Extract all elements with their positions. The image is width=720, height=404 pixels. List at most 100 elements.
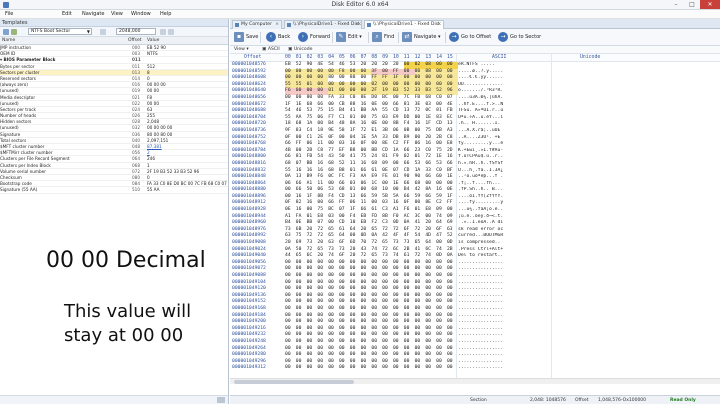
hex-byte[interactable]: 00 — [339, 266, 350, 273]
hex-byte[interactable]: 00 — [393, 299, 404, 306]
hex-byte[interactable]: F6 — [285, 88, 296, 95]
hex-byte[interactable]: 00 — [436, 319, 447, 326]
hex-byte[interactable]: 00 — [328, 266, 339, 273]
hex-row[interactable]: 000001049280 00 00 00 00 00 00 00 00 00 00 00 00 00 00… — [230, 352, 720, 359]
hex-byte[interactable]: 00 — [436, 365, 447, 372]
hex-byte[interactable]: 0E — [447, 187, 458, 194]
template-prev-icon[interactable] — [160, 29, 166, 35]
hex-byte[interactable]: 00 — [285, 273, 296, 280]
hex-ascii[interactable]: TFSu.´A»ªUÍ.r..û — [458, 108, 550, 115]
hex-byte[interactable]: FA — [328, 95, 339, 102]
hex-bytes[interactable]: 00 00 00 00 00 00 00 00 00 00 00 00 00 00 00 00 — [285, 299, 458, 306]
hex-byte[interactable]: 00 — [350, 299, 361, 306]
hex-byte[interactable]: 02 — [414, 62, 426, 69]
hex-byte[interactable]: 00 — [415, 339, 426, 346]
hex-byte[interactable]: 00 — [285, 75, 296, 82]
hex-byte[interactable]: 80 — [328, 75, 339, 82]
hex-byte[interactable]: 00 — [317, 299, 328, 306]
hex-byte[interactable]: 81 — [382, 154, 393, 161]
hex-row[interactable]: 000001049008 20 69 73 20 63 6F 6D 70 72 65 73 73 65 64… — [230, 240, 720, 247]
hex-byte[interactable]: 41 — [350, 154, 361, 161]
hex-byte[interactable]: 1E — [447, 174, 458, 181]
hex-byte[interactable]: 0D — [436, 253, 447, 260]
hex-byte[interactable]: 0D — [447, 240, 458, 247]
hex-byte[interactable]: 00 — [361, 75, 372, 82]
hex-bytes[interactable]: 00 00 00 00 00 00 00 00 00 00 00 00 00 00 00 00 — [285, 319, 458, 326]
hex-byte[interactable]: 00 — [307, 339, 318, 346]
hex-byte[interactable]: 66 — [285, 141, 296, 148]
hex-byte[interactable]: 00 — [285, 95, 296, 102]
hex-byte[interactable]: 00 — [328, 141, 339, 148]
hex-byte[interactable]: 01 — [415, 154, 426, 161]
hex-byte[interactable]: 72 — [371, 240, 382, 247]
hex-byte[interactable]: 00 — [295, 75, 307, 82]
hex-byte[interactable]: 64 — [436, 220, 447, 227]
hex-byte[interactable]: FB — [307, 154, 318, 161]
back-button[interactable]: ‹ Back — [266, 32, 290, 43]
template-apply-icon[interactable] — [11, 29, 17, 35]
hex-byte[interactable]: 18 — [317, 128, 328, 135]
hex-byte[interactable]: 00 — [339, 352, 350, 359]
hex-byte[interactable]: 00 — [339, 75, 350, 82]
hex-byte[interactable]: 90 — [415, 174, 426, 181]
hex-byte[interactable]: 68 — [296, 121, 307, 128]
ascii-toggle[interactable]: ▣ ASCII — [262, 47, 280, 52]
hex-byte[interactable]: 00 — [307, 332, 318, 339]
hex-byte[interactable]: 13 — [296, 174, 307, 181]
hex-ascii[interactable]: ..Á....Z3Û¹. +È — [458, 135, 550, 142]
hex-byte[interactable]: 66 — [296, 187, 307, 194]
hex-byte[interactable]: 00 — [317, 339, 328, 346]
hex-byte[interactable]: 50 — [307, 187, 318, 194]
hex-byte[interactable]: 00 — [447, 273, 458, 280]
hex-byte[interactable]: 00 — [350, 365, 361, 372]
hex-byte[interactable]: 6C — [307, 253, 318, 260]
hex-byte[interactable]: 58 — [339, 128, 350, 135]
hex-byte[interactable]: 00 — [393, 95, 404, 102]
hex-byte[interactable]: 44 — [285, 253, 296, 260]
hex-byte[interactable]: 53 — [436, 161, 447, 168]
hex-byte[interactable]: 00 — [296, 286, 307, 293]
hex-row[interactable]: 000001049136 00 00 00 00 00 00 00 00 00 00 00 00 00 00… — [230, 293, 720, 300]
hex-byte[interactable]: 00 — [393, 319, 404, 326]
hex-byte[interactable]: C3 — [382, 207, 393, 214]
hex-byte[interactable]: 20 — [350, 253, 361, 260]
hex-byte[interactable]: C2 — [393, 141, 404, 148]
hex-byte[interactable]: 00 — [307, 273, 318, 280]
hex-ascii[interactable]: ................ — [458, 286, 550, 293]
hex-row[interactable]: 000001049040 44 65 6C 20 74 6F 20 72 65 73 74 61 72 74… — [230, 253, 720, 260]
hex-byte[interactable]: 65 — [371, 253, 382, 260]
col-value[interactable]: Value — [147, 38, 159, 43]
hex-byte[interactable]: FB — [415, 95, 426, 102]
hex-ascii[interactable]: ....ú3À.Ð¼.|ûhÀ. — [458, 95, 550, 102]
hex-bytes[interactable]: 20 69 73 20 63 6F 6D 70 72 65 73 73 65 64 00 0D — [285, 240, 458, 247]
hex-byte[interactable]: 0A — [447, 253, 458, 260]
hex-byte[interactable]: 00 — [447, 266, 458, 273]
hex-byte[interactable]: 0E — [285, 207, 296, 214]
hex-row[interactable]: 000001049088 00 00 00 00 00 00 00 00 00 00 00 00 00 00… — [230, 273, 720, 280]
hex-byte[interactable]: 00 — [285, 319, 296, 326]
hex-byte[interactable]: 8A — [425, 187, 436, 194]
hex-byte[interactable]: 00 — [339, 273, 350, 280]
hex-byte[interactable]: 00 — [350, 339, 361, 346]
hex-byte[interactable]: 00 — [425, 306, 436, 313]
hex-byte[interactable]: CD — [393, 108, 404, 115]
hex-byte[interactable]: 00 — [338, 88, 350, 95]
hex-byte[interactable]: 00 — [285, 365, 296, 372]
hex-byte[interactable]: 00 — [307, 286, 318, 293]
tab-close-icon[interactable]: × — [275, 21, 279, 29]
forward-button[interactable]: › Forward — [298, 32, 330, 43]
hex-byte[interactable]: 7C — [404, 95, 415, 102]
hex-byte[interactable]: 90 — [404, 174, 415, 181]
hex-byte[interactable]: 68 — [371, 161, 382, 168]
hex-row[interactable]: 000001048832 55 16 16 16 68 B8 01 66 61 0E 07 CD 1A 33… — [230, 168, 720, 175]
hex-byte[interactable]: 00 — [328, 352, 339, 359]
save-button[interactable]: ▪ Save — [234, 32, 258, 43]
hex-byte[interactable]: 66 — [361, 207, 372, 214]
hex-ascii[interactable]: ................ — [458, 306, 550, 313]
hex-row[interactable]: 000001048736 9F 83 C4 18 9E 58 1F 72 E1 3B 06 0B 00 75… — [230, 128, 720, 135]
hex-byte[interactable]: 00 — [415, 286, 426, 293]
hex-byte[interactable]: 00 — [404, 286, 415, 293]
hex-byte[interactable]: 00 — [285, 286, 296, 293]
hex-byte[interactable]: 66 — [447, 161, 458, 168]
go-to-offset-button[interactable]: → Go to Offset — [449, 32, 491, 43]
